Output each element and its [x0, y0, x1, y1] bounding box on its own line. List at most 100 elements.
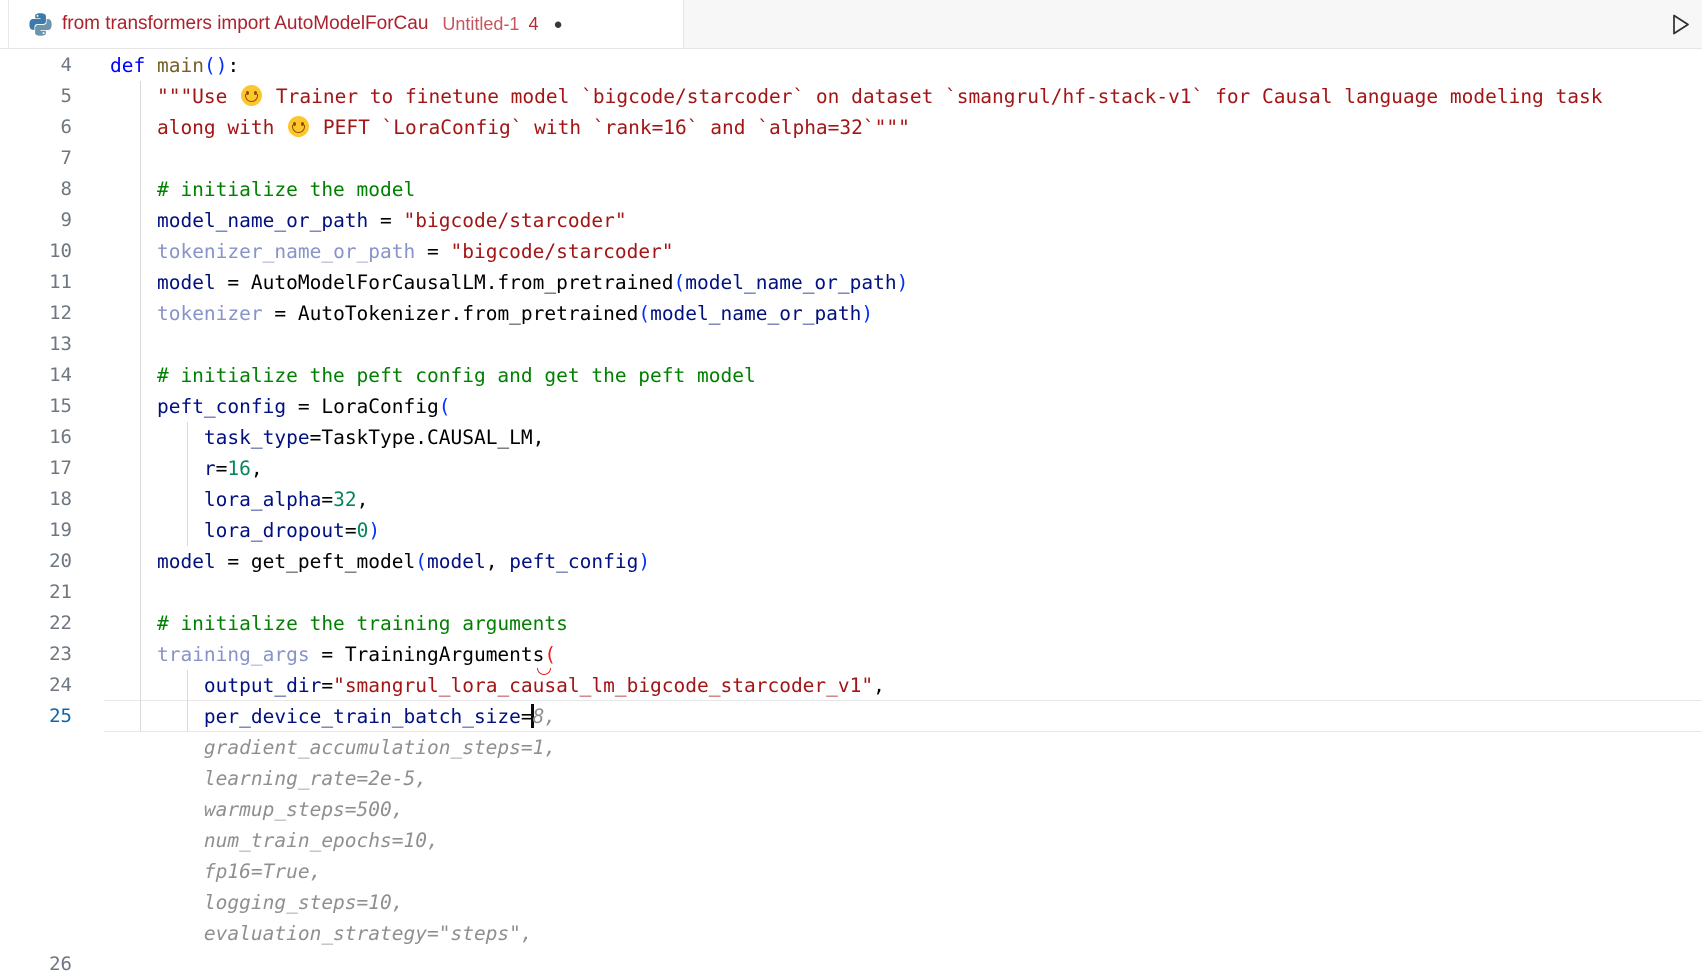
tab-error-badge: 4 [528, 14, 538, 35]
code-line[interactable]: 5 """Use Trainer to finetune model `bigc… [0, 81, 1702, 112]
code-line[interactable]: 8 # initialize the model [0, 174, 1702, 205]
code-line[interactable]: 26 [0, 949, 1702, 980]
code-token [110, 457, 204, 480]
line-number[interactable]: 26 [0, 949, 72, 980]
line-number[interactable]: 13 [0, 329, 72, 360]
line-number[interactable]: 15 [0, 391, 72, 422]
code-token: = [321, 674, 333, 697]
code-token: training_args [157, 643, 310, 666]
dirty-indicator-dot[interactable]: ● [553, 16, 562, 33]
code-area[interactable]: 4def main():5 """Use Trainer to finetune… [0, 49, 1702, 980]
line-number[interactable]: 17 [0, 453, 72, 484]
code-token: "bigcode/starcoder" [404, 209, 627, 232]
hugging-face-emoji [288, 116, 309, 137]
code-text: num_train_epochs=10, [110, 825, 439, 856]
line-number[interactable]: 14 [0, 360, 72, 391]
line-number[interactable]: 4 [0, 50, 72, 81]
code-text: def main(): [110, 50, 239, 81]
line-number[interactable]: 10 [0, 236, 72, 267]
code-line[interactable]: 18 lora_alpha=32, [0, 484, 1702, 515]
code-line[interactable]: 6 along with PEFT `LoraConfig` with `ran… [0, 112, 1702, 143]
code-line[interactable]: 10 tokenizer_name_or_path = "bigcode/sta… [0, 236, 1702, 267]
ghost-line[interactable]: fp16=True, [0, 856, 1702, 887]
line-number[interactable]: 11 [0, 267, 72, 298]
code-token: PEFT `LoraConfig` with `rank=16` and `al… [311, 116, 910, 139]
ghost-line[interactable]: num_train_epochs=10, [0, 825, 1702, 856]
line-number[interactable]: 21 [0, 577, 72, 608]
code-token: ) [216, 54, 228, 77]
line-number[interactable]: 9 [0, 205, 72, 236]
code-text: # initialize the training arguments [110, 608, 568, 639]
code-text: # initialize the model [110, 174, 415, 205]
line-number[interactable]: 6 [0, 112, 72, 143]
run-button[interactable] [1670, 0, 1702, 48]
hugging-face-emoji [241, 85, 262, 106]
code-line[interactable]: 16 task_type=TaskType.CAUSAL_LM, [0, 422, 1702, 453]
line-number[interactable]: 23 [0, 639, 72, 670]
code-token: model [157, 550, 216, 573]
line-number[interactable]: 20 [0, 546, 72, 577]
code-line[interactable]: 24 output_dir="smangrul_lora_causal_lm_b… [0, 670, 1702, 701]
code-token: peft_config [157, 395, 286, 418]
code-token: def [110, 54, 145, 77]
line-number[interactable]: 8 [0, 174, 72, 205]
ghost-line[interactable]: evaluation_strategy="steps", [0, 918, 1702, 949]
ghost-line[interactable]: warmup_steps=500, [0, 794, 1702, 825]
code-token: main [157, 54, 204, 77]
line-number[interactable]: 7 [0, 143, 72, 174]
line-number[interactable]: 25 [0, 701, 72, 732]
line-number[interactable]: 12 [0, 298, 72, 329]
code-text: lora_dropout=0) [110, 515, 380, 546]
code-token [110, 209, 157, 232]
code-line[interactable]: 17 r=16, [0, 453, 1702, 484]
code-token: 8, [533, 705, 556, 728]
code-line[interactable]: 12 tokenizer = AutoTokenizer.from_pretra… [0, 298, 1702, 329]
code-token: : [227, 54, 239, 77]
code-line[interactable]: 13 [0, 329, 1702, 360]
code-line[interactable]: 15 peft_config = LoraConfig( [0, 391, 1702, 422]
code-token [110, 426, 204, 449]
python-icon [29, 13, 52, 36]
code-line[interactable]: 11 model = AutoModelForCausalLM.from_pre… [0, 267, 1702, 298]
ghost-line[interactable]: gradient_accumulation_steps=1, [0, 732, 1702, 763]
line-number[interactable]: 24 [0, 670, 72, 701]
code-token: warmup_steps=500, [110, 798, 404, 821]
line-number[interactable]: 5 [0, 81, 72, 112]
code-token: =TaskType.CAUSAL_LM, [310, 426, 545, 449]
code-token: ) [638, 550, 650, 573]
line-number[interactable]: 18 [0, 484, 72, 515]
code-token: ( [204, 54, 216, 77]
code-text: model_name_or_path = "bigcode/starcoder" [110, 205, 627, 236]
code-line[interactable]: 25 per_device_train_batch_size=8, [0, 701, 1702, 732]
code-token: = AutoTokenizer.from_pretrained [263, 302, 639, 325]
code-token: # initialize the training arguments [110, 612, 568, 635]
code-text: lora_alpha=32, [110, 484, 368, 515]
code-line[interactable]: 22 # initialize the training arguments [0, 608, 1702, 639]
code-line[interactable]: 19 lora_dropout=0) [0, 515, 1702, 546]
ghost-line[interactable]: logging_steps=10, [0, 887, 1702, 918]
code-text: learning_rate=2e-5, [110, 763, 427, 794]
code-text: training_args = TrainingArguments( [110, 639, 556, 670]
code-line[interactable]: 20 model = get_peft_model(model, peft_co… [0, 546, 1702, 577]
code-line[interactable]: 7 [0, 143, 1702, 174]
code-line[interactable]: 21 [0, 577, 1702, 608]
line-number[interactable]: 22 [0, 608, 72, 639]
code-token: ( [415, 550, 427, 573]
line-number[interactable]: 16 [0, 422, 72, 453]
code-token: fp16=True, [110, 860, 321, 883]
code-token: ) [368, 519, 380, 542]
code-token: tokenizer [157, 302, 263, 325]
code-token: tokenizer_name_or_path [157, 240, 415, 263]
code-line[interactable]: 23 training_args = TrainingArguments( [0, 639, 1702, 670]
code-token: gradient_accumulation_steps=1, [110, 736, 556, 759]
ghost-line[interactable]: learning_rate=2e-5, [0, 763, 1702, 794]
code-token [110, 395, 157, 418]
tab-untitled-1[interactable]: from transformers import AutoModelForCau… [9, 0, 684, 48]
code-line[interactable]: 14 # initialize the peft config and get … [0, 360, 1702, 391]
code-text: along with PEFT `LoraConfig` with `rank=… [110, 112, 910, 143]
code-line[interactable]: 9 model_name_or_path = "bigcode/starcode… [0, 205, 1702, 236]
code-token: "smangrul_lora_causal_lm_bigcode_starcod… [333, 674, 873, 697]
line-number[interactable]: 19 [0, 515, 72, 546]
code-line[interactable]: 4 def main(): [0, 50, 1702, 81]
code-text: warmup_steps=500, [110, 794, 404, 825]
